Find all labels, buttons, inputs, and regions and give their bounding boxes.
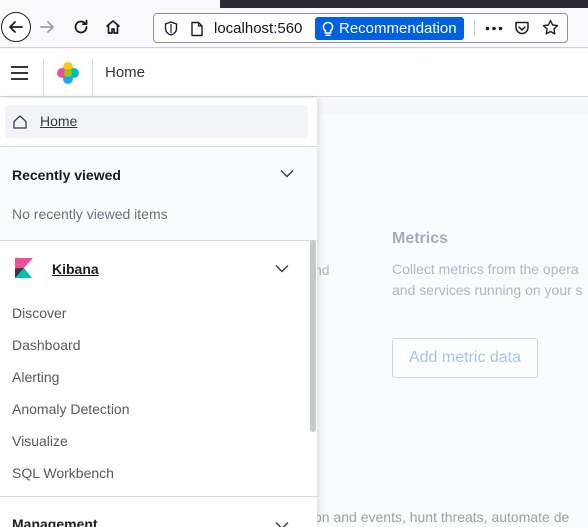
divider xyxy=(0,146,317,147)
nav-home-link[interactable]: Home xyxy=(5,105,308,138)
security-card-description: on and events, hunt threats, automate de xyxy=(314,509,570,525)
back-button[interactable] xyxy=(1,12,31,42)
reload-icon xyxy=(74,19,88,34)
breadcrumb-home: Home xyxy=(105,64,146,81)
url-separator xyxy=(474,19,475,37)
nav-flyout: Home Recently viewed No recently viewed … xyxy=(0,98,317,527)
divider xyxy=(0,496,317,497)
metrics-card-description: Collect metrics from the opera and servi… xyxy=(392,261,583,298)
header-divider xyxy=(43,59,44,97)
back-arrow-icon xyxy=(9,21,23,33)
kibana-logo-icon xyxy=(15,258,33,278)
star-icon[interactable] xyxy=(542,19,559,36)
nav-scrollbar[interactable] xyxy=(310,240,316,432)
kibana-section-title[interactable]: Kibana xyxy=(52,261,99,277)
nav-item-sql-workbench[interactable]: SQL Workbench xyxy=(12,457,130,489)
recently-viewed-title[interactable]: Recently viewed xyxy=(12,167,121,183)
nav-item-dashboard[interactable]: Dashboard xyxy=(12,329,130,361)
nav-item-visualize[interactable]: Visualize xyxy=(12,425,130,457)
kibana-header: Home xyxy=(0,49,588,97)
forward-arrow-icon xyxy=(40,21,54,33)
header-divider xyxy=(92,59,93,97)
recommendation-label: Recommendation xyxy=(339,20,457,37)
more-icon[interactable] xyxy=(485,26,503,31)
add-metric-data-button[interactable]: Add metric data xyxy=(392,338,538,378)
nav-home-label: Home xyxy=(40,113,78,129)
tab-strip-dark xyxy=(220,0,588,8)
menu-toggle-button[interactable] xyxy=(11,66,28,80)
chevron-down-icon[interactable] xyxy=(275,264,289,273)
lightbulb-icon xyxy=(322,21,334,36)
nav-item-anomaly-detection[interactable]: Anomaly Detection xyxy=(12,393,130,425)
recently-viewed-section xyxy=(0,148,317,240)
home-button[interactable] xyxy=(98,12,128,42)
recommendation-button[interactable]: Recommendation xyxy=(315,17,464,40)
chevron-down-icon[interactable] xyxy=(275,521,289,527)
page-icon xyxy=(191,21,203,37)
recently-viewed-empty: No recently viewed items xyxy=(12,206,168,222)
chevron-down-icon[interactable] xyxy=(280,169,294,178)
nav-item-alerting[interactable]: Alerting xyxy=(12,361,130,393)
url-bar[interactable]: localhost:560 Recommendation xyxy=(153,13,568,43)
shield-icon xyxy=(164,21,178,36)
divider xyxy=(0,240,317,241)
management-section-title[interactable]: Management xyxy=(12,516,98,527)
url-text[interactable]: localhost:560 xyxy=(214,20,309,37)
browser-toolbar: localhost:560 Recommendation xyxy=(0,8,588,48)
kibana-nav-list: Discover Dashboard Alerting Anomaly Dete… xyxy=(12,297,130,489)
reload-button[interactable] xyxy=(66,12,96,42)
forward-button[interactable] xyxy=(32,12,62,42)
pocket-icon[interactable] xyxy=(514,20,530,36)
elastic-logo-icon[interactable] xyxy=(56,61,80,85)
home-icon xyxy=(13,115,27,129)
metrics-card-title: Metrics xyxy=(392,230,449,247)
nav-item-discover[interactable]: Discover xyxy=(12,297,130,329)
home-icon xyxy=(105,20,121,34)
